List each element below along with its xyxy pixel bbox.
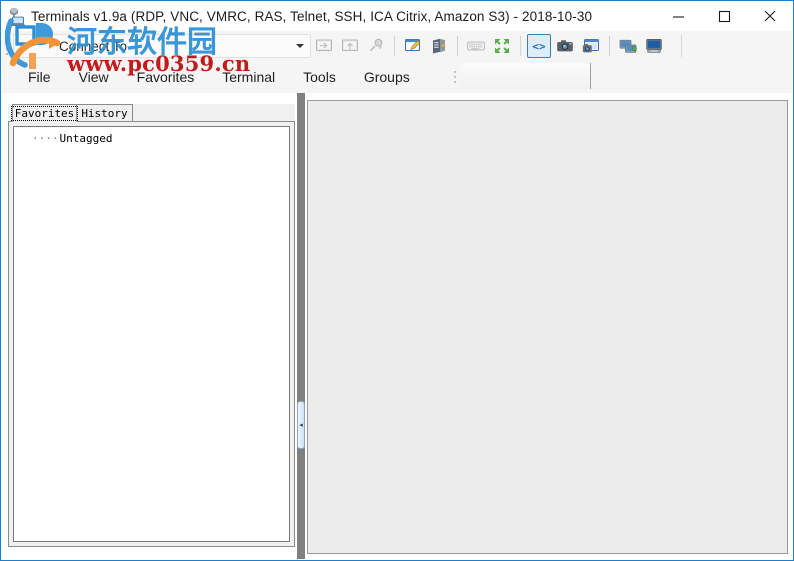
sidebar-panel: Favorites History ···· Untagged bbox=[8, 104, 295, 547]
window-controls bbox=[655, 1, 793, 31]
capture-screen-button[interactable] bbox=[553, 34, 577, 58]
connect-as-button[interactable] bbox=[338, 34, 362, 58]
window-title: Terminals v1.9a (RDP, VNC, VMRC, RAS, Te… bbox=[31, 9, 593, 24]
favorites-tree[interactable]: ···· Untagged bbox=[13, 126, 290, 542]
chevron-down-icon[interactable] bbox=[296, 44, 304, 48]
maximize-button[interactable] bbox=[701, 1, 747, 31]
main-toolbar: Connect To <> bbox=[2, 31, 792, 61]
minimize-button[interactable] bbox=[655, 1, 701, 31]
tree-line-prefix: ···· bbox=[32, 132, 59, 145]
show-hide-toolstrip-button[interactable]: <> bbox=[527, 34, 551, 58]
connect-button[interactable] bbox=[312, 34, 336, 58]
secondary-toolbar-grip[interactable] bbox=[450, 61, 460, 93]
toolbar-separator bbox=[457, 36, 458, 56]
close-button[interactable] bbox=[747, 1, 793, 31]
secondary-toolbar bbox=[459, 63, 591, 89]
menu-bar: File View Favorites Terminal Tools Group… bbox=[2, 61, 424, 93]
network-tools-button[interactable] bbox=[616, 34, 640, 58]
tree-node-untagged-label: Untagged bbox=[59, 132, 113, 145]
chevron-left-icon[interactable]: ◂ bbox=[297, 401, 305, 449]
connect-to-combobox[interactable]: Connect To bbox=[13, 34, 311, 58]
menu-row: File View Favorites Terminal Tools Group… bbox=[2, 61, 792, 93]
menu-groups[interactable]: Groups bbox=[350, 65, 424, 89]
tree-node-untagged[interactable]: ···· Untagged bbox=[32, 132, 289, 145]
tab-history[interactable]: History bbox=[77, 104, 133, 122]
new-favorite-button[interactable] bbox=[401, 34, 425, 58]
toolbar-empty-area bbox=[667, 33, 681, 59]
organize-favorites-button[interactable] bbox=[427, 34, 451, 58]
client-area: Favorites History ···· Untagged ◂ bbox=[2, 93, 792, 559]
toolbar-separator bbox=[394, 36, 395, 56]
menu-tools[interactable]: Tools bbox=[289, 65, 350, 89]
menu-file[interactable]: File bbox=[14, 65, 65, 89]
terminals-app-icon bbox=[7, 5, 29, 27]
toolbar-separator bbox=[520, 36, 521, 56]
disconnect-button[interactable] bbox=[364, 34, 388, 58]
fullscreen-button[interactable] bbox=[490, 34, 514, 58]
toolbar-grip[interactable] bbox=[3, 33, 11, 59]
menu-terminal[interactable]: Terminal bbox=[208, 65, 289, 89]
application-window: Terminals v1.9a (RDP, VNC, VMRC, RAS, Te… bbox=[0, 0, 794, 561]
tab-history-label: History bbox=[81, 106, 128, 120]
menu-view[interactable]: View bbox=[65, 65, 123, 89]
toolbar-end-divider bbox=[681, 35, 682, 57]
toolbar-separator bbox=[609, 36, 610, 56]
tab-favorites[interactable]: Favorites bbox=[10, 104, 79, 122]
favorites-tab-page: ···· Untagged bbox=[8, 121, 295, 547]
send-keys-button[interactable] bbox=[464, 34, 488, 58]
tab-favorites-label: Favorites bbox=[10, 105, 79, 121]
menu-favorites[interactable]: Favorites bbox=[123, 65, 209, 89]
svg-text:<>: <> bbox=[532, 40, 546, 53]
computer-management-button[interactable] bbox=[642, 34, 666, 58]
sidebar-tabstrip: Favorites History bbox=[8, 104, 295, 122]
title-bar[interactable]: Terminals v1.9a (RDP, VNC, VMRC, RAS, Te… bbox=[1, 1, 793, 31]
connect-to-label: Connect To bbox=[59, 38, 128, 54]
capture-manager-button[interactable] bbox=[579, 34, 603, 58]
main-content-panel[interactable] bbox=[307, 100, 788, 554]
panel-splitter[interactable]: ◂ bbox=[297, 93, 305, 559]
